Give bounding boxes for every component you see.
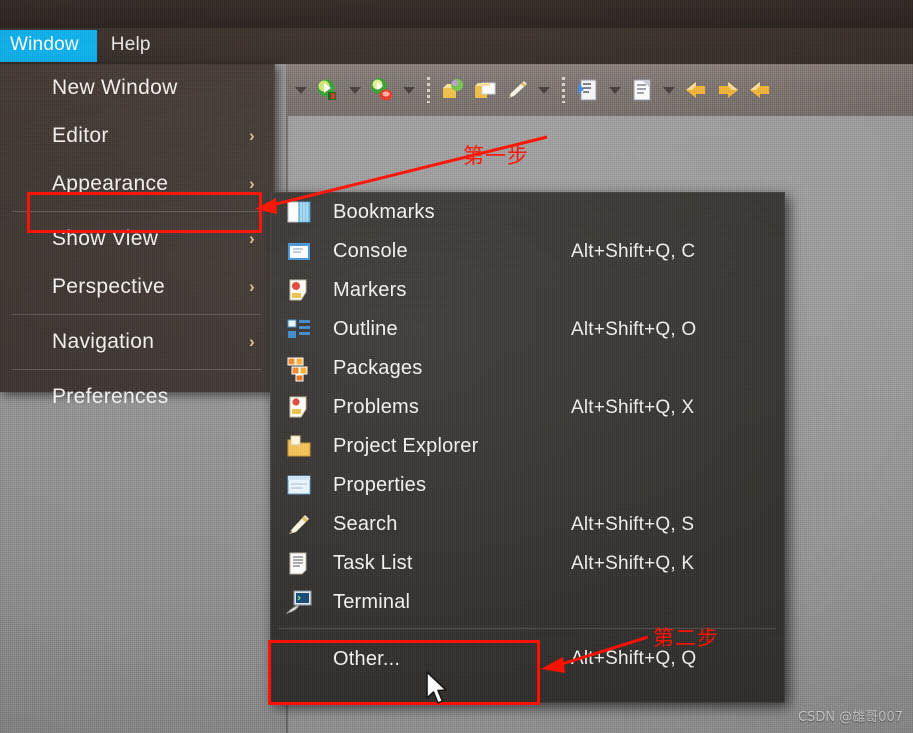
mouse-cursor bbox=[426, 671, 447, 704]
project-explorer-icon bbox=[285, 433, 315, 461]
previous-edit-icon[interactable] bbox=[629, 77, 655, 103]
task-list-icon bbox=[285, 550, 315, 578]
main-toolbar bbox=[286, 64, 913, 116]
open-type-icon[interactable] bbox=[472, 77, 498, 103]
menu-item-appearance[interactable]: Appearance › bbox=[0, 160, 273, 208]
submenu-item-shortcut: Alt+Shift+Q, C bbox=[571, 240, 696, 262]
annotation-step-one: 第一步 bbox=[463, 144, 529, 168]
chevron-right-icon: › bbox=[249, 174, 255, 193]
separator-1 bbox=[427, 77, 430, 103]
submenu-item-packages[interactable]: Packages bbox=[271, 349, 784, 388]
submenu-item-outline[interactable]: Outline Alt+Shift+Q, O bbox=[271, 310, 784, 349]
submenu-item-label: Terminal bbox=[333, 591, 411, 613]
markers-icon bbox=[285, 277, 315, 305]
next-annotation-icon[interactable] bbox=[575, 77, 601, 103]
submenu-item-label: Packages bbox=[333, 357, 423, 379]
submenu-item-label: Console bbox=[333, 240, 408, 262]
menu-root-help[interactable]: Help bbox=[97, 31, 165, 61]
chevron-right-icon: › bbox=[249, 229, 255, 248]
annotation-step-two: 第二步 bbox=[653, 626, 719, 650]
debug-icon[interactable] bbox=[369, 77, 395, 103]
next-annotation-caret[interactable] bbox=[609, 86, 621, 94]
submenu-item-label: Properties bbox=[333, 474, 427, 496]
menu-item-new-window[interactable]: New Window bbox=[0, 64, 273, 112]
submenu-item-console[interactable]: Console Alt+Shift+Q, C bbox=[271, 232, 784, 271]
back-arrow-icon[interactable] bbox=[747, 77, 773, 103]
eclipse-screenshot: Window Help New Window Editor › Appearan… bbox=[0, 0, 913, 733]
bookmarks-icon bbox=[285, 199, 315, 227]
submenu-item-shortcut: Alt+Shift+Q, K bbox=[571, 552, 695, 574]
submenu-item-markers[interactable]: Markers bbox=[271, 271, 784, 310]
menu-item-label: Editor bbox=[52, 124, 109, 147]
menu-item-perspective[interactable]: Perspective › bbox=[0, 263, 273, 311]
menu-item-navigation[interactable]: Navigation › bbox=[0, 318, 273, 366]
submenu-item-label: Outline bbox=[333, 318, 398, 340]
window-menu-dropdown: New Window Editor › Appearance › Show Vi… bbox=[0, 64, 275, 408]
menu-item-label: Preferences bbox=[52, 385, 169, 408]
menu-item-label: New Window bbox=[52, 76, 178, 99]
submenu-item-search[interactable]: Search Alt+Shift+Q, S bbox=[271, 505, 784, 544]
problems-icon bbox=[285, 394, 315, 422]
chevron-right-icon: › bbox=[249, 277, 255, 296]
watermark: CSDN @雄哥007 bbox=[797, 710, 903, 725]
properties-icon bbox=[285, 472, 315, 500]
menu-item-preferences[interactable]: Preferences bbox=[0, 373, 273, 421]
submenu-item-shortcut: Alt+Shift+Q, O bbox=[571, 318, 697, 340]
menu-item-label: Appearance bbox=[52, 172, 169, 195]
previous-edit-caret[interactable] bbox=[663, 86, 675, 94]
submenu-item-label: Project Explorer bbox=[333, 435, 479, 457]
menu-item-label: Perspective bbox=[52, 275, 166, 298]
submenu-item-label: Other... bbox=[333, 647, 401, 670]
packages-icon bbox=[285, 355, 315, 383]
debug-dropdown-caret[interactable] bbox=[403, 86, 415, 94]
submenu-item-shortcut: Alt+Shift+Q, X bbox=[571, 396, 695, 418]
forward-icon[interactable] bbox=[715, 77, 741, 103]
chevron-right-icon: › bbox=[249, 126, 255, 145]
search-icon bbox=[285, 511, 315, 539]
separator-2 bbox=[562, 77, 565, 103]
submenu-item-label: Task List bbox=[333, 552, 413, 574]
submenu-item-task-list[interactable]: Task List Alt+Shift+Q, K bbox=[271, 544, 784, 583]
menu-root-window[interactable]: Window bbox=[0, 30, 97, 62]
run-dropdown-caret[interactable] bbox=[349, 86, 361, 94]
external-tools-icon[interactable] bbox=[440, 77, 466, 103]
menu-item-label: Navigation bbox=[52, 330, 155, 353]
submenu-item-bookmarks[interactable]: Bookmarks bbox=[271, 193, 784, 232]
back-icon[interactable] bbox=[683, 77, 709, 103]
submenu-item-shortcut: Alt+Shift+Q, S bbox=[571, 513, 695, 535]
submenu-item-project-explorer[interactable]: Project Explorer bbox=[271, 427, 784, 466]
submenu-item-label: Search bbox=[333, 513, 398, 535]
chevron-right-icon: › bbox=[249, 332, 255, 351]
console-icon bbox=[285, 238, 315, 266]
submenu-item-terminal[interactable]: Terminal bbox=[271, 583, 784, 622]
submenu-item-problems[interactable]: Problems Alt+Shift+Q, X bbox=[271, 388, 784, 427]
menu-bar: Window Help bbox=[0, 28, 913, 64]
menu-item-editor[interactable]: Editor › bbox=[0, 112, 273, 160]
menu-separator bbox=[12, 369, 261, 370]
menu-separator bbox=[12, 314, 261, 315]
new-dropdown-caret[interactable] bbox=[538, 86, 550, 94]
title-bar bbox=[0, 0, 913, 28]
submenu-item-label: Bookmarks bbox=[333, 201, 435, 223]
submenu-item-label: Markers bbox=[333, 279, 407, 301]
run-icon[interactable] bbox=[315, 77, 341, 103]
new-icon[interactable] bbox=[504, 77, 530, 103]
toolbar-caret-0[interactable] bbox=[295, 86, 307, 94]
terminal-icon bbox=[285, 589, 315, 617]
submenu-item-label: Problems bbox=[333, 396, 420, 418]
outline-icon bbox=[285, 316, 315, 344]
menu-item-label: Show View bbox=[52, 227, 159, 250]
menu-separator bbox=[12, 211, 261, 212]
submenu-item-properties[interactable]: Properties bbox=[271, 466, 784, 505]
menu-item-show-view[interactable]: Show View › bbox=[0, 215, 273, 263]
